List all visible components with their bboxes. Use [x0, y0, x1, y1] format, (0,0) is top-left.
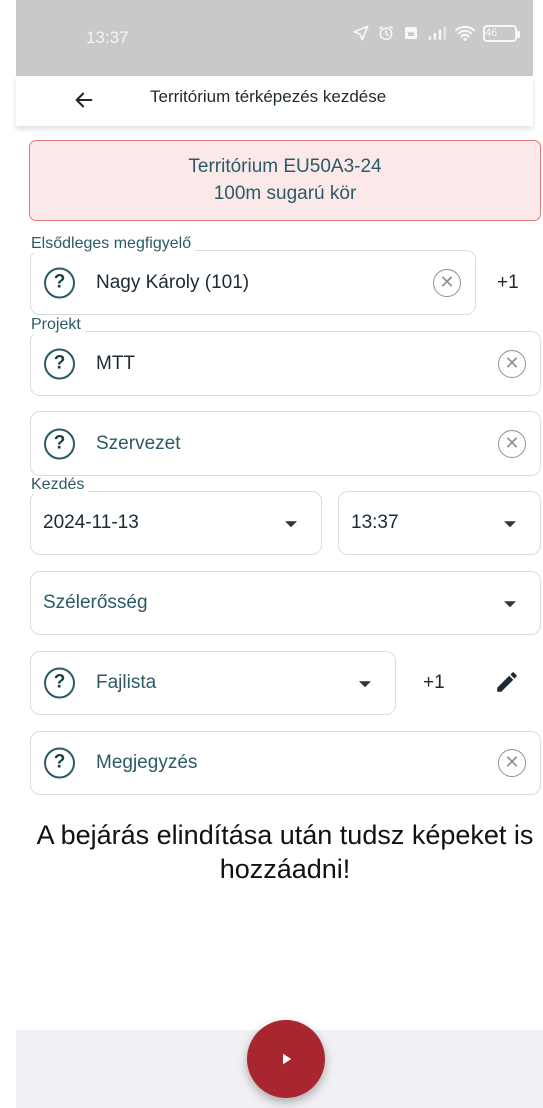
wind-select[interactable]: Szélerősség: [30, 571, 541, 635]
note-field[interactable]: ? Megjegyzés ✕: [30, 731, 541, 795]
chevron-down-icon: [359, 681, 371, 688]
page-title: Territórium térképezés kezdése: [150, 87, 387, 106]
sim-icon: [402, 24, 420, 42]
observer-add-button[interactable]: +1: [497, 272, 519, 294]
wind-placeholder: Szélerősség: [43, 592, 148, 613]
start-time-value: 13:37: [351, 512, 399, 533]
start-button[interactable]: [247, 1020, 325, 1098]
help-icon[interactable]: ?: [44, 667, 75, 699]
app-bar: Territórium térképezés kezdése: [16, 76, 533, 126]
note-placeholder: Megjegyzés: [96, 752, 198, 773]
status-bar: 13:37 46: [16, 0, 533, 76]
observer-label: Elsődleges megfigyelő: [27, 235, 196, 253]
help-icon[interactable]: ?: [44, 747, 75, 779]
organization-placeholder: Szervezet: [96, 432, 181, 454]
play-icon: [283, 1053, 292, 1065]
start-time-select[interactable]: 13:37: [338, 491, 541, 555]
back-button[interactable]: [64, 82, 104, 118]
location-arrow-icon: [352, 24, 370, 42]
territory-radius: 100m sugarú kör: [213, 183, 357, 204]
status-icons: 46: [352, 24, 520, 42]
alarm-icon: [377, 24, 395, 42]
project-field[interactable]: Projekt ? MTT ✕: [27, 316, 541, 396]
chevron-down-icon: [504, 521, 516, 528]
project-value: MTT: [96, 352, 136, 374]
help-icon[interactable]: ?: [44, 348, 75, 379]
start-label: Kezdés: [27, 476, 89, 494]
territory-alert: Territórium EU50A3-24 100m sugarú kör: [29, 140, 541, 221]
clear-icon[interactable]: ✕: [433, 268, 461, 297]
clear-icon[interactable]: ✕: [498, 349, 526, 378]
arrow-left-icon: [75, 92, 93, 108]
start-date-select[interactable]: Kezdés 2024-11-13: [27, 476, 322, 555]
battery-icon: 46: [483, 24, 520, 42]
status-time: 13:37: [86, 28, 129, 47]
organization-field[interactable]: ? Szervezet ✕: [30, 411, 541, 476]
signal-icon: [427, 24, 447, 42]
chevron-down-icon: [285, 521, 297, 528]
help-icon[interactable]: ?: [44, 267, 75, 298]
project-label: Projekt: [27, 316, 85, 334]
wifi-icon: [454, 24, 476, 42]
species-list-select[interactable]: ? Fajlista: [30, 651, 396, 715]
species-list-placeholder: Fajlista: [96, 672, 157, 693]
info-message: A bejárás elindítása után tudsz képeket …: [36, 820, 534, 884]
chevron-down-icon: [504, 601, 516, 608]
pencil-icon[interactable]: [494, 669, 520, 700]
clear-icon[interactable]: ✕: [498, 749, 526, 777]
species-list-add-button[interactable]: +1: [423, 672, 445, 694]
territory-name: Territórium EU50A3-24: [188, 156, 382, 177]
observer-value: Nagy Károly (101): [96, 271, 250, 293]
observer-field[interactable]: Elsődleges megfigyelő ? Nagy Károly (101…: [27, 235, 476, 315]
start-date-value: 2024-11-13: [43, 512, 139, 533]
clear-icon[interactable]: ✕: [498, 429, 526, 458]
help-icon[interactable]: ?: [44, 428, 75, 459]
